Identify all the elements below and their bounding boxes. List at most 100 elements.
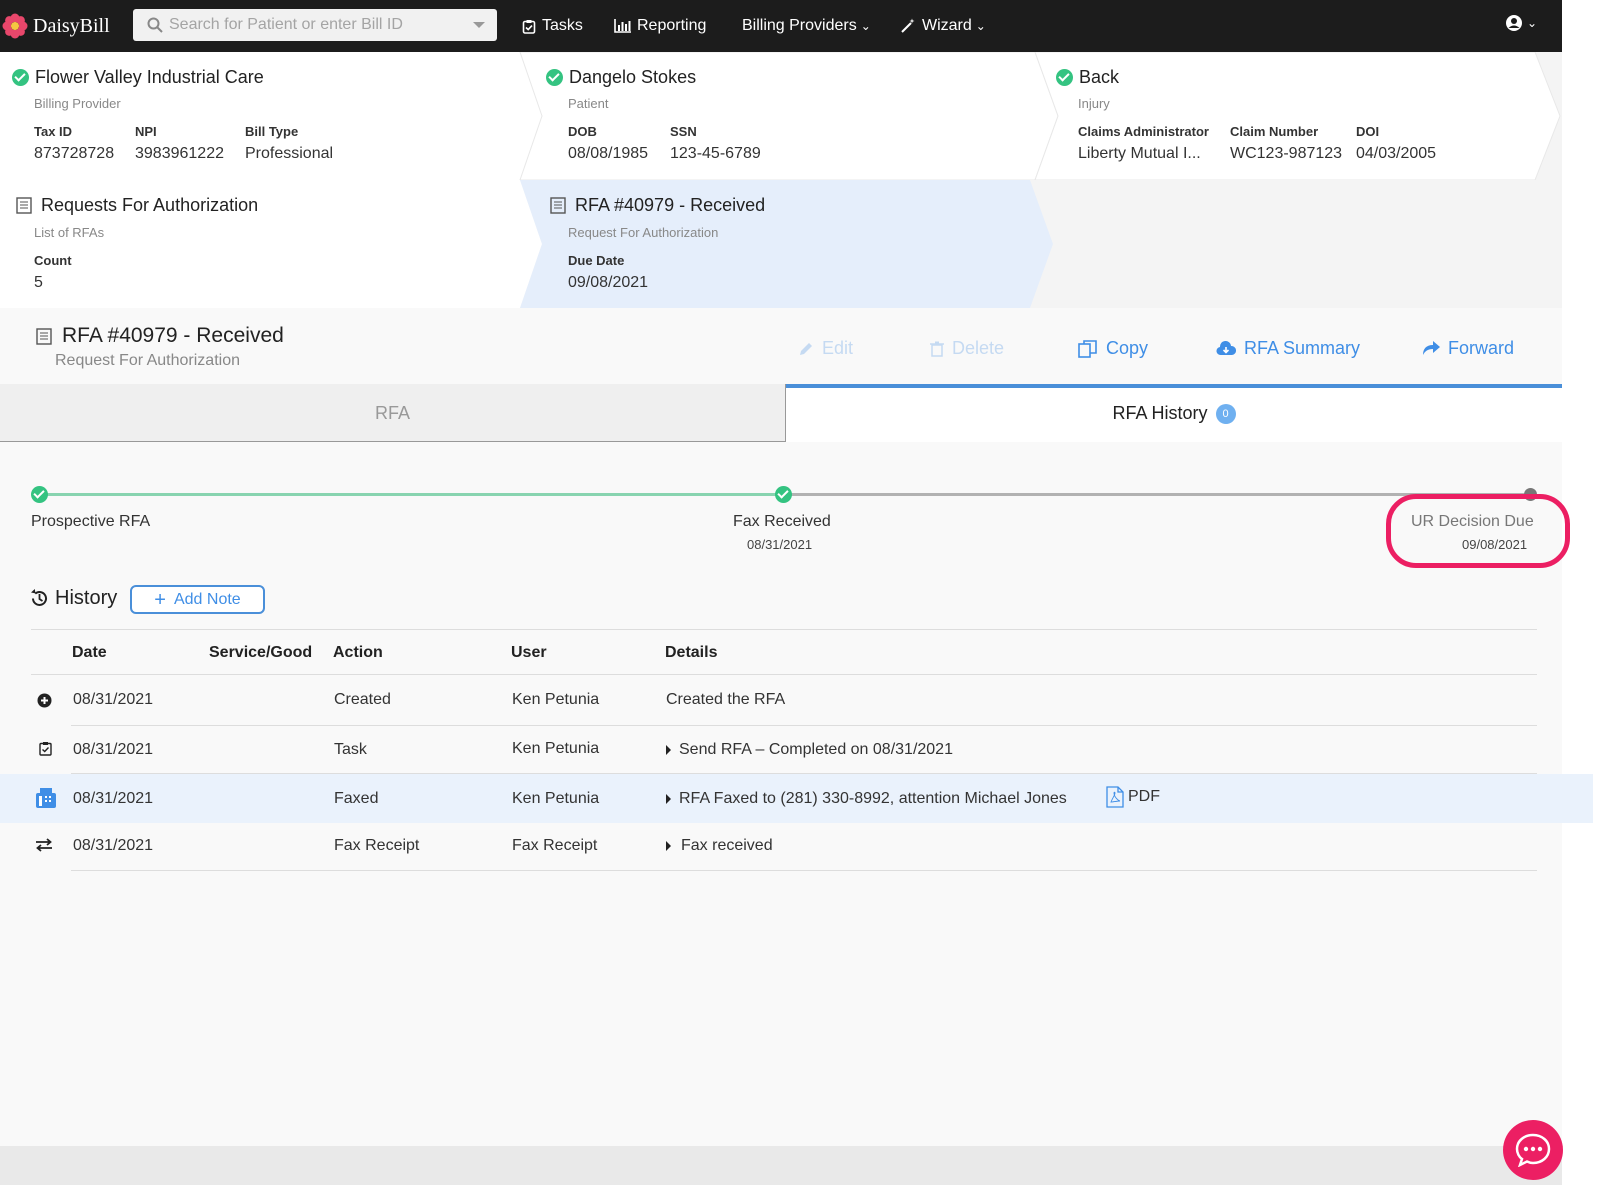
provider-npi: NPI 3983961222 [135, 124, 224, 163]
nav-tasks[interactable]: Tasks [522, 0, 583, 52]
pencil-icon [800, 342, 812, 355]
pdf-attachment-link[interactable]: PDF [1106, 786, 1160, 808]
progress-step-label: Fax Received [733, 513, 831, 530]
row-action: Fax Receipt [334, 837, 420, 854]
forward-button[interactable]: Forward [1422, 338, 1514, 359]
add-note-label: Add Note [173, 590, 241, 608]
col-user[interactable]: User [511, 644, 547, 662]
injury-name: Back [1079, 67, 1120, 87]
table-row[interactable]: 08/31/2021 Fax Receipt Fax Receipt Fax r… [31, 823, 1537, 871]
col-service-good[interactable]: Service/Good [209, 644, 312, 662]
row-details-text: Fax received [681, 837, 773, 854]
field-value: 09/08/2021 [568, 274, 649, 291]
rfa-current-subtitle: Request For Authorization [568, 225, 719, 240]
nav-billing-providers[interactable]: Billing Providers ⌄ [742, 0, 871, 52]
tab-rfa[interactable]: RFA [0, 384, 786, 442]
field-label: Claim Number [1230, 124, 1319, 139]
row-date: 08/31/2021 [73, 741, 154, 758]
field-label: Count [34, 253, 72, 268]
nav-billing-providers-label: Billing Providers [742, 17, 857, 34]
rfa-summary-button[interactable]: RFA Summary [1216, 338, 1360, 359]
edit-label: Edit [822, 338, 854, 358]
bar-chart-icon [614, 19, 631, 33]
daisybill-logo[interactable]: DaisyBill [2, 13, 130, 39]
search-input[interactable] [163, 16, 473, 34]
nav-wizard-label: Wizard [922, 17, 972, 34]
cloud-download-icon [1216, 341, 1236, 356]
forward-label: Forward [1448, 338, 1515, 358]
user-menu[interactable]: ⌄ [1505, 14, 1537, 32]
row-action: Task [334, 741, 367, 758]
rfa-list-title: Requests For Authorization [41, 195, 259, 215]
page-footer-bar [0, 1146, 1562, 1185]
field-value: WC123-987123 [1230, 145, 1343, 162]
rfa-tabs: RFA RFA History 0 [0, 384, 1562, 442]
expand-caret-icon [666, 840, 671, 851]
trash-icon [930, 341, 944, 357]
document-list-icon [16, 197, 32, 214]
injury-claim-number: Claim Number WC123-987123 [1230, 124, 1342, 163]
row-details[interactable]: Fax received [666, 837, 773, 855]
nav-reporting[interactable]: Reporting [614, 0, 706, 52]
edit-button[interactable]: Edit [798, 338, 853, 359]
row-details-text: RFA Faxed to (281) 330-8992, attention M… [679, 790, 1067, 807]
row-user: Ken Petunia [512, 790, 600, 807]
progress-step-date: 08/31/2021 [747, 537, 813, 552]
history-icon [31, 589, 47, 606]
daisy-icon [2, 13, 28, 39]
row-user: Ken Petunia [512, 691, 600, 708]
table-header: Date Service/Good Action User Details [31, 629, 1537, 675]
tab-rfa-history[interactable]: RFA History 0 [786, 384, 1562, 442]
pdf-file-icon [1106, 786, 1124, 808]
history-count-badge: 0 [1215, 404, 1236, 425]
patient-card[interactable]: Dangelo Stokes [546, 67, 696, 88]
ur-decision-highlight [1386, 494, 1570, 568]
plus-circle-icon [37, 693, 52, 708]
row-action: Faxed [334, 790, 379, 807]
page-title: RFA #40979 - Received [36, 324, 284, 348]
chevron-down-icon: ⌄ [1527, 16, 1538, 30]
rfa-list-subtitle: List of RFAs [34, 225, 105, 240]
table-row[interactable]: 08/31/2021 Task Ken Petunia Send RFA – C… [31, 726, 1537, 774]
document-list-icon [550, 197, 566, 214]
user-circle-icon [1506, 15, 1522, 31]
copy-button[interactable]: Copy [1078, 338, 1148, 359]
row-details: Created the RFA [666, 691, 786, 708]
row-details[interactable]: Send RFA – Completed on 08/31/2021 [666, 741, 953, 759]
delete-button[interactable]: Delete [930, 338, 1004, 359]
nav-wizard[interactable]: Wizard ⌄ [900, 0, 986, 52]
col-date[interactable]: Date [72, 644, 107, 662]
page-title-text: RFA #40979 - Received [62, 324, 284, 347]
row-date: 08/31/2021 [73, 691, 154, 708]
injury-subtitle: Injury [1078, 96, 1110, 111]
add-note-button[interactable]: + Add Note [130, 585, 265, 614]
row-date: 08/31/2021 [73, 837, 154, 854]
share-arrow-icon [1423, 341, 1440, 355]
provider-name: Flower Valley Industrial Care [35, 67, 264, 87]
nav-reporting-label: Reporting [637, 17, 707, 34]
search-box[interactable] [133, 9, 497, 41]
progress-line-completed [40, 493, 785, 496]
clipboard-check-icon [522, 19, 536, 34]
row-user: Fax Receipt [512, 837, 598, 854]
table-row[interactable]: 08/31/2021 Faxed Ken Petunia RFA Faxed t… [0, 774, 1593, 823]
field-label: DOI [1356, 124, 1380, 139]
injury-card[interactable]: Back [1056, 67, 1119, 88]
col-action[interactable]: Action [333, 644, 383, 662]
field-value: 08/08/1985 [568, 145, 649, 162]
rfa-current-card[interactable]: RFA #40979 - Received [550, 195, 765, 216]
table-row[interactable]: 08/31/2021 Created Ken Petunia Created t… [31, 675, 1537, 726]
col-details[interactable]: Details [665, 644, 717, 662]
chat-button[interactable] [1503, 1120, 1563, 1180]
patient-subtitle: Patient [568, 96, 609, 111]
rfa-list-card[interactable]: Requests For Authorization [16, 195, 258, 216]
row-details[interactable]: RFA Faxed to (281) 330-8992, attention M… [666, 790, 1067, 808]
chevron-down-icon: ⌄ [860, 19, 871, 33]
patient-dob: DOB 08/08/1985 [568, 124, 648, 163]
pdf-label: PDF [1128, 788, 1160, 805]
provider-card[interactable]: Flower Valley Industrial Care [12, 67, 264, 88]
injury-doi: DOI 04/03/2005 [1356, 124, 1436, 163]
history-title: History [55, 587, 118, 609]
exchange-icon [36, 838, 52, 852]
search-dropdown-caret-icon[interactable] [473, 22, 485, 28]
